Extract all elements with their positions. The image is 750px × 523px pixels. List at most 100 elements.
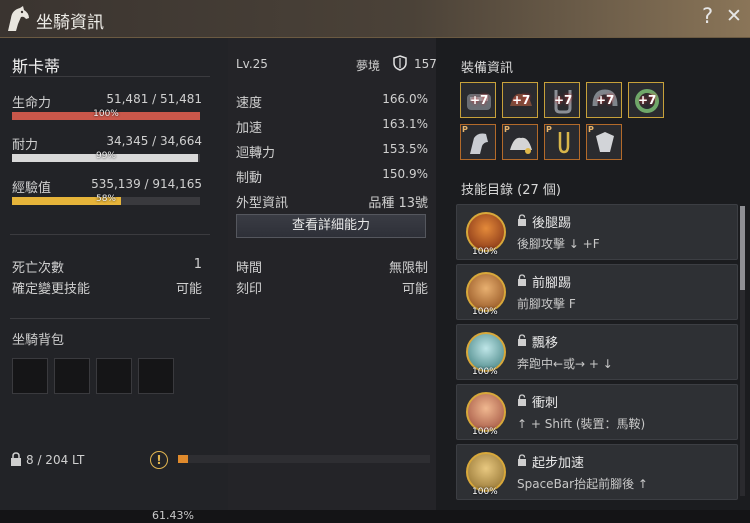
scrollbar-thumb[interactable]	[740, 206, 745, 290]
appearance-slot-armor[interactable]: P	[460, 124, 496, 160]
inventory-slot[interactable]	[96, 358, 132, 394]
divider	[10, 318, 210, 319]
lock-icon	[518, 394, 526, 406]
imprint-value: 可能	[401, 282, 428, 297]
inventory-slot[interactable]	[138, 358, 174, 394]
bottom-hud-text: 61.43%	[152, 509, 194, 522]
appearance-slot-champron[interactable]: P	[586, 124, 622, 160]
hp-bar: 100%	[12, 109, 200, 120]
skill-mastery: 100%	[472, 487, 498, 497]
kick-icon	[466, 212, 506, 252]
skill-mastery: 100%	[472, 247, 498, 257]
hp-percent: 100%	[93, 109, 119, 119]
window-title: 坐騎資訊	[36, 13, 104, 33]
hp-value: 51,481 / 51,481	[106, 92, 202, 106]
brake-label: 制動	[236, 171, 263, 186]
exp-percent: 58%	[95, 194, 116, 204]
skill-name: 前腳踢	[532, 276, 572, 291]
exp-bar: 58%	[12, 194, 200, 205]
front-kick-icon	[466, 272, 506, 312]
skill-item[interactable]: 100% 飄移 奔跑中←或→ + ↓	[456, 324, 738, 380]
stamina-value: 34,345 / 34,664	[106, 134, 202, 148]
mount-stats-panel: 斯卡蒂 生命力 51,481 / 51,481 100% 耐力 34,345 /…	[0, 38, 228, 510]
skill-name: 衝刺	[532, 396, 559, 411]
skill-item[interactable]: 100% 前腳踢 前腳攻擊 F	[456, 264, 738, 320]
mount-level: Lv.25	[236, 57, 268, 71]
pearl-tag: P	[546, 125, 552, 134]
enhance-level: +7	[638, 93, 657, 107]
dream-label: 夢境	[356, 59, 381, 73]
pearl-tag: P	[588, 125, 594, 134]
horse-head-icon	[8, 6, 29, 31]
equipment-slot-horseshoe[interactable]: +7	[586, 82, 622, 118]
turning-label: 迴轉力	[236, 146, 276, 161]
divider	[10, 76, 210, 77]
inventory-weight: 8 / 204 LT	[26, 453, 85, 467]
equipment-slot-champron[interactable]: +7	[628, 82, 664, 118]
skill-mastery: 100%	[472, 307, 498, 317]
warning-icon[interactable]: !	[150, 451, 168, 469]
appearance-slot-stirrups[interactable]: P	[544, 124, 580, 160]
appearance-value: 品種 13號	[368, 196, 428, 211]
dream-value: 157	[414, 57, 437, 71]
skill-command: SpaceBar抬起前腳後 ↑	[517, 477, 648, 491]
pearl-tag: P	[462, 125, 468, 134]
skill-item[interactable]: 100% 起步加速 SpaceBar抬起前腳後 ↑	[456, 444, 738, 500]
lock-icon	[518, 334, 526, 346]
weight-bar	[178, 455, 430, 463]
stamina-percent: 99%	[95, 151, 116, 161]
imprint-label: 刻印	[236, 282, 263, 297]
enhance-level: +7	[554, 93, 573, 107]
brake-value: 150.9%	[382, 167, 428, 181]
skill-command: 前腳攻擊 F	[517, 297, 576, 311]
skill-list: 100% 後腿踢 後腳攻擊 ↓ +F 100% 前腳踢 前腳攻擊 F 100% …	[456, 204, 738, 500]
stirrups-skin-icon	[558, 132, 570, 154]
inventory-slot[interactable]	[12, 358, 48, 394]
skill-mastery: 100%	[472, 367, 498, 377]
exp-value: 535,139 / 914,165	[91, 177, 202, 191]
close-button[interactable]: ✕	[726, 5, 742, 27]
instant-acceleration-icon	[466, 452, 506, 492]
appearance-slot-saddle[interactable]: P	[502, 124, 538, 160]
equipment-slot-stirrups[interactable]: +7	[544, 82, 580, 118]
sprint-icon	[466, 392, 506, 432]
skill-change-label: 確定變更技能	[12, 282, 91, 297]
equipment-slot-saddle[interactable]: +7	[502, 82, 538, 118]
skill-command: ↑ + Shift (裝置：馬鞍)	[517, 417, 646, 431]
skill-mastery: 100%	[472, 427, 498, 437]
skill-name: 後腿踢	[532, 216, 572, 231]
time-label: 時間	[236, 261, 263, 276]
skill-change-value: 可能	[175, 282, 202, 297]
speed-label: 速度	[236, 96, 263, 111]
enhance-level: +7	[470, 93, 489, 107]
drift-icon	[466, 332, 506, 372]
skill-name: 起步加速	[532, 456, 585, 471]
saddle-skin-icon	[510, 137, 532, 154]
mount-attributes-panel: Lv.25 夢境 157 速度 166.0% 加速 163.1% 迴轉力 153…	[228, 38, 437, 510]
weight-icon	[11, 452, 21, 466]
stamina-bar: 99%	[12, 151, 200, 162]
turning-value: 153.5%	[382, 142, 428, 156]
equipment-title: 裝備資訊	[461, 61, 514, 76]
skill-list-scrollbar[interactable]	[740, 206, 745, 496]
help-button[interactable]: ?	[702, 4, 713, 28]
skill-command: 奔跑中←或→ + ↓	[517, 357, 613, 371]
death-count-label: 死亡次數	[12, 261, 65, 276]
weight-bar-fill	[178, 455, 189, 463]
skill-item[interactable]: 100% 後腿踢 後腳攻擊 ↓ +F	[456, 204, 738, 260]
equipment-slot-armor[interactable]: +7	[460, 82, 496, 118]
appearance-label: 外型資訊	[236, 196, 289, 211]
inventory-slot[interactable]	[54, 358, 90, 394]
skill-item[interactable]: 100% 衝刺 ↑ + Shift (裝置：馬鞍)	[456, 384, 738, 440]
lock-icon	[518, 454, 526, 466]
time-value: 無限制	[388, 261, 428, 276]
view-details-button[interactable]: 查看詳細能力	[236, 214, 426, 238]
title-bar[interactable]: 坐騎資訊 ? ✕	[0, 0, 750, 38]
bottom-hud-strip: 61.43%	[0, 509, 750, 523]
mount-name: 斯卡蒂	[12, 57, 61, 76]
horse-armor-skin-icon	[470, 133, 488, 154]
acceleration-label: 加速	[236, 121, 263, 136]
lock-icon	[518, 274, 526, 286]
champron-skin-icon	[596, 132, 614, 152]
skill-command: 後腳攻擊 ↓ +F	[517, 237, 600, 251]
